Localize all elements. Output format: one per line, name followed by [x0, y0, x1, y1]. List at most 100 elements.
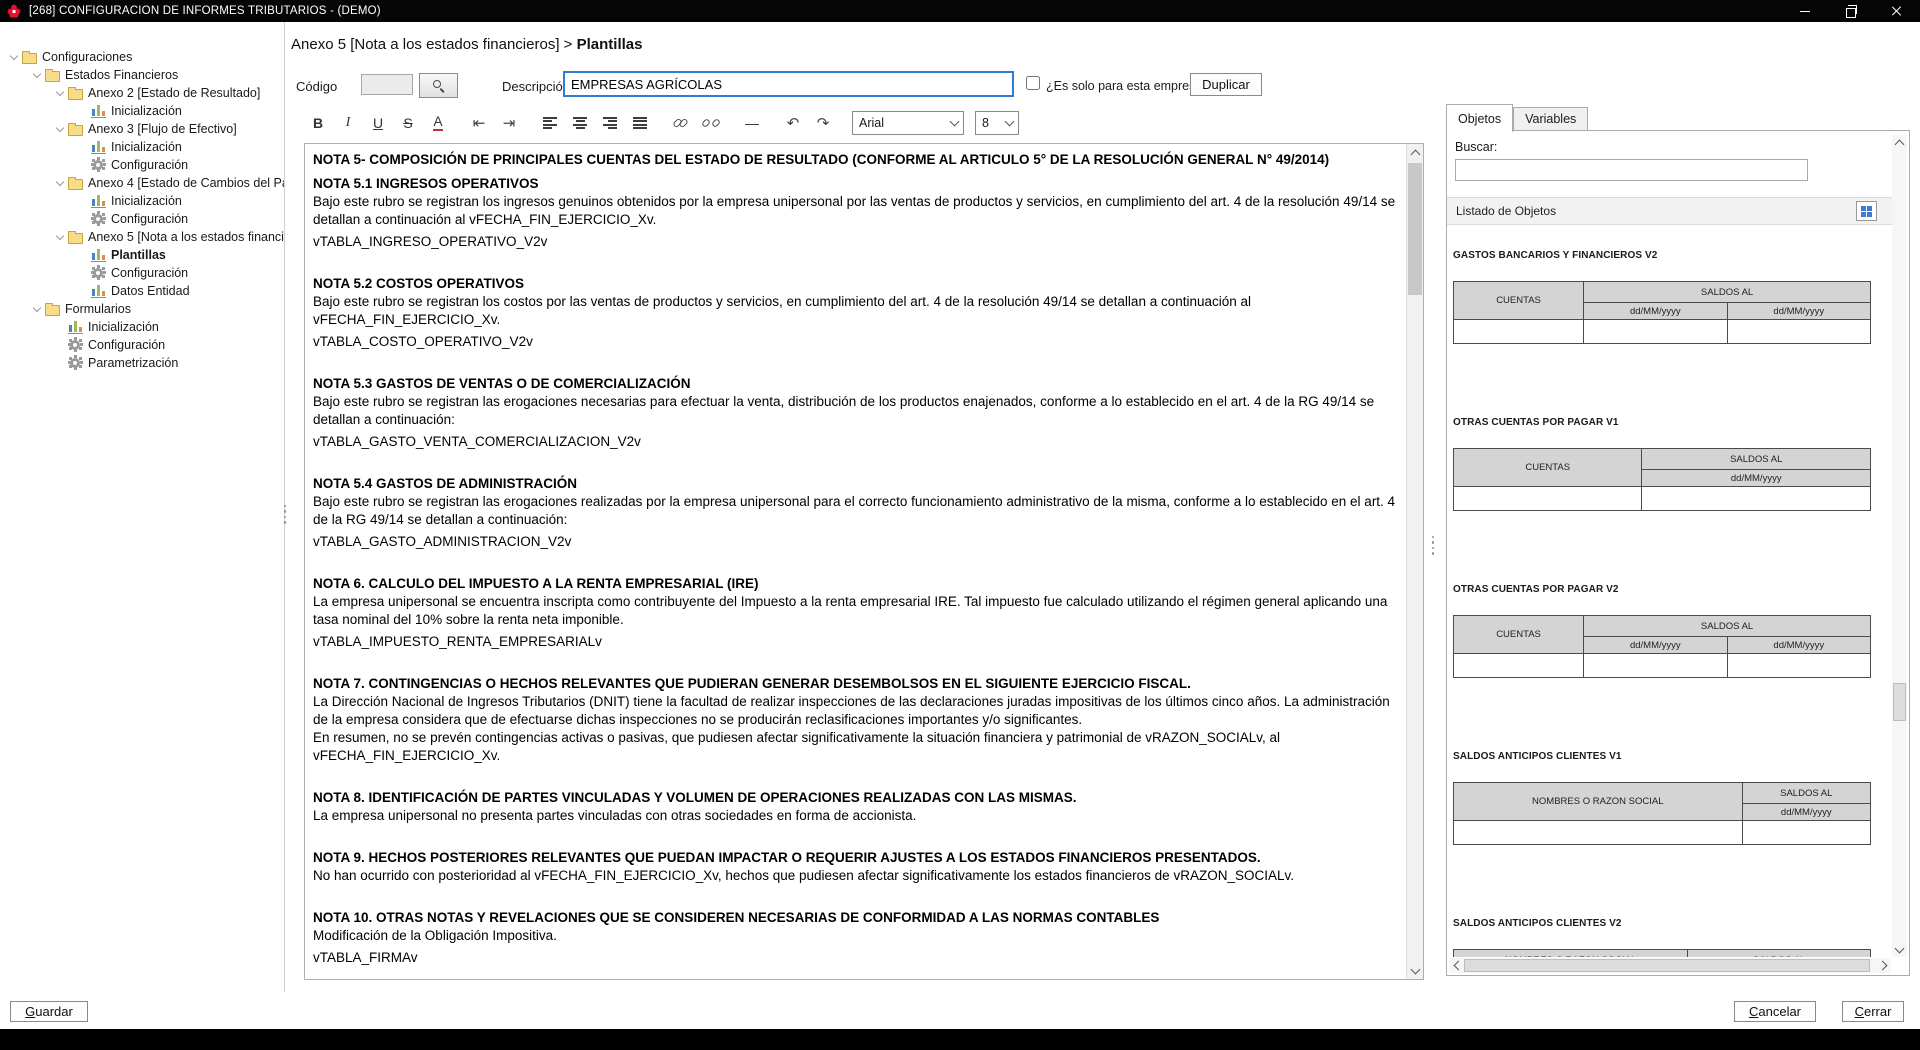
tree-item-formularios[interactable]: Formularios: [0, 300, 284, 318]
scroll-right-button[interactable]: [1876, 958, 1891, 973]
undo-button[interactable]: ↶: [779, 109, 807, 137]
tree-item-anexo5-plantillas[interactable]: Plantillas: [0, 246, 284, 264]
outdent-button[interactable]: ⇤: [465, 109, 493, 137]
tree-item-anexo5-configuracion[interactable]: Configuración: [0, 264, 284, 282]
editor-variable-line: vTABLA_IMPUESTO_RENTA_EMPRESARIALv: [313, 633, 1396, 651]
tree-item-formularios-parametrizacion[interactable]: Parametrización: [0, 354, 284, 372]
align-left-button[interactable]: [536, 109, 564, 137]
scrollbar-thumb[interactable]: [1893, 683, 1906, 721]
descripcion-label: Descripción: [502, 79, 570, 94]
editor-variable-line: vTABLA_FIRMAv: [313, 949, 1396, 967]
align-justify-button[interactable]: [626, 109, 654, 137]
italic-icon: I: [346, 115, 351, 131]
chevron-down-icon[interactable]: [31, 69, 43, 81]
tree-item-formularios-configuracion[interactable]: Configuración: [0, 336, 284, 354]
object-list-item[interactable]: SALDOS ANTICIPOS CLIENTES V2NOMBRES O RA…: [1453, 918, 1877, 957]
editor-heading: NOTA 8. IDENTIFICACIÓN DE PARTES VINCULA…: [313, 789, 1396, 807]
objects-vertical-scrollbar[interactable]: [1892, 135, 1907, 957]
maximize-button[interactable]: [1828, 0, 1874, 22]
chevron-down-icon[interactable]: [31, 303, 43, 315]
tree-item-formularios-inicializacion[interactable]: Inicialización: [0, 318, 284, 336]
object-list-item[interactable]: GASTOS BANCARIOS Y FINANCIEROS V2CUENTAS…: [1453, 250, 1877, 344]
buscar-input[interactable]: [1455, 159, 1808, 181]
app-icon: [7, 4, 21, 18]
codigo-input[interactable]: [361, 74, 413, 95]
object-title: SALDOS ANTICIPOS CLIENTES V2: [1453, 918, 1877, 929]
tree-item-anexo3-configuracion[interactable]: Configuración: [0, 156, 284, 174]
indent-button[interactable]: ⇥: [495, 109, 523, 137]
restore-icon: [1846, 8, 1856, 18]
folder-icon: [68, 89, 83, 100]
tree-leaf-spacer: [54, 339, 66, 351]
tab-objetos[interactable]: Objetos: [1446, 104, 1513, 132]
descripcion-input[interactable]: [563, 71, 1014, 97]
text-color-button[interactable]: A: [424, 109, 452, 137]
duplicar-button[interactable]: Duplicar: [1190, 73, 1262, 96]
tab-variables[interactable]: Variables: [1513, 107, 1588, 131]
gear-icon: [68, 338, 83, 352]
object-list-item[interactable]: OTRAS CUENTAS POR PAGAR V1CUENTASSALDOS …: [1453, 417, 1877, 511]
close-button[interactable]: [1874, 0, 1920, 22]
breadcrumb-path: Anexo 5 [Nota a los estados financieros]: [291, 36, 560, 53]
tree-item-anexo2[interactable]: Anexo 2 [Estado de Resultado]: [0, 84, 284, 102]
chevron-down-icon[interactable]: [54, 87, 66, 99]
strikethrough-button[interactable]: S: [394, 109, 422, 137]
scroll-down-button[interactable]: [1892, 942, 1907, 957]
minimize-button[interactable]: [1782, 0, 1828, 22]
scroll-down-button[interactable]: [1407, 962, 1423, 979]
chevron-down-icon[interactable]: [8, 51, 20, 63]
tree-item-anexo4-inicializacion[interactable]: Inicialización: [0, 192, 284, 210]
close-icon: [1891, 5, 1903, 17]
solo-empresa-label: ¿Es solo para esta empresa?: [1046, 79, 1209, 93]
chevron-down-icon[interactable]: [54, 177, 66, 189]
redo-button[interactable]: ↷: [809, 109, 837, 137]
chevron-down-icon[interactable]: [54, 231, 66, 243]
scroll-up-button[interactable]: [1407, 144, 1423, 161]
window-title: [268] CONFIGURACION DE INFORMES TRIBUTAR…: [29, 5, 381, 17]
objects-horizontal-scrollbar[interactable]: [1449, 958, 1891, 973]
tree-item-anexo2-inicializacion[interactable]: Inicialización: [0, 102, 284, 120]
align-right-button[interactable]: [596, 109, 624, 137]
scrollbar-thumb[interactable]: [1464, 959, 1870, 972]
scroll-left-button[interactable]: [1449, 958, 1464, 973]
insert-link-button[interactable]: [667, 109, 695, 137]
tree-item-anexo3-inicializacion[interactable]: Inicialización: [0, 138, 284, 156]
editor-paragraph: La empresa unipersonal se encuentra insc…: [313, 593, 1396, 629]
font-size-select[interactable]: 8: [975, 111, 1019, 135]
chevron-down-icon[interactable]: [54, 123, 66, 135]
scroll-up-button[interactable]: [1892, 135, 1907, 150]
tree-item-anexo4[interactable]: Anexo 4 [Estado de Cambios del Pa: [0, 174, 284, 192]
cerrar-button[interactable]: Cerrar: [1842, 1001, 1904, 1022]
tree-item-anexo5-datos-entidad[interactable]: Datos Entidad: [0, 282, 284, 300]
tree-item-anexo4-configuracion[interactable]: Configuración: [0, 210, 284, 228]
window-controls: [1782, 0, 1920, 22]
editor-variable-line: vTABLA_GASTO_VENTA_COMERCIALIZACION_V2v: [313, 433, 1396, 451]
search-codigo-button[interactable]: [419, 73, 458, 98]
tree-item-configuraciones[interactable]: Configuraciones: [0, 48, 284, 66]
editor-scrollbar[interactable]: [1406, 144, 1423, 979]
tree-item-estados-financieros[interactable]: Estados Financieros: [0, 66, 284, 84]
tree-leaf-spacer: [77, 267, 89, 279]
object-list-item[interactable]: OTRAS CUENTAS POR PAGAR V2CUENTASSALDOS …: [1453, 584, 1877, 678]
navigation-tree: Configuraciones Estados Financieros Anex…: [0, 22, 285, 992]
underline-button[interactable]: U: [364, 109, 392, 137]
editor-content[interactable]: NOTA 5- COMPOSICIÓN DE PRINCIPALES CUENT…: [305, 144, 1406, 979]
solo-empresa-checkbox[interactable]: [1026, 76, 1040, 90]
grid-view-button[interactable]: [1856, 201, 1877, 221]
tree-item-anexo5[interactable]: Anexo 5 [Nota a los estados financie: [0, 228, 284, 246]
scrollbar-thumb[interactable]: [1408, 163, 1422, 295]
tree-item-anexo3[interactable]: Anexo 3 [Flujo de Efectivo]: [0, 120, 284, 138]
bold-button[interactable]: B: [304, 109, 332, 137]
object-list-item[interactable]: SALDOS ANTICIPOS CLIENTES V1NOMBRES O RA…: [1453, 751, 1877, 845]
font-family-select[interactable]: Arial: [852, 111, 964, 135]
align-center-button[interactable]: [566, 109, 594, 137]
remove-link-button[interactable]: [697, 109, 725, 137]
cancelar-button[interactable]: Cancelar: [1734, 1001, 1816, 1022]
horizontal-rule-button[interactable]: —: [738, 109, 766, 137]
guardar-button[interactable]: Guardar: [10, 1001, 88, 1022]
panel-splitter[interactable]: [1429, 534, 1437, 556]
titlebar[interactable]: [268] CONFIGURACION DE INFORMES TRIBUTAR…: [0, 0, 1920, 22]
tree-leaf-spacer: [77, 141, 89, 153]
sidebar-splitter[interactable]: [281, 503, 289, 525]
italic-button[interactable]: I: [334, 109, 362, 137]
